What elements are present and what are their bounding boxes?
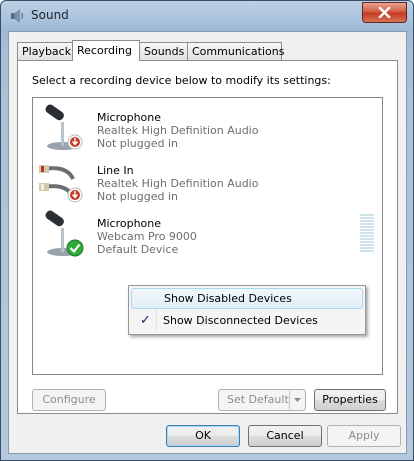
title-bar[interactable]: Sound: [1, 1, 413, 31]
tab-label: Communications: [192, 45, 285, 58]
window-title: Sound: [31, 8, 69, 22]
device-driver: Realtek High Definition Audio: [97, 177, 259, 190]
recording-panel: Select a recording device below to modif…: [17, 60, 398, 414]
sound-dialog: Sound Playback Recording Sounds Communic…: [0, 0, 414, 461]
list-item[interactable]: Microphone Webcam Pro 9000 Default Devic…: [33, 208, 382, 262]
microphone-default-icon: [45, 210, 84, 257]
list-item[interactable]: Line In Realtek High Definition Audio No…: [33, 155, 382, 209]
line-in-disconnected-icon: [39, 165, 83, 203]
properties-button[interactable]: Properties: [314, 389, 386, 411]
close-icon: [378, 7, 391, 18]
device-name: Microphone: [97, 217, 162, 230]
tab-label: Sounds: [144, 45, 185, 58]
cancel-button[interactable]: Cancel: [248, 425, 322, 447]
tab-playback[interactable]: Playback: [17, 42, 77, 60]
instructions-text: Select a recording device below to modif…: [32, 74, 331, 87]
device-status: Not plugged in: [97, 137, 179, 150]
dialog-body: Playback Recording Sounds Communications…: [8, 31, 407, 454]
level-meter: [360, 214, 374, 254]
menu-item-label: Show Disabled Devices: [164, 292, 292, 305]
speaker-icon: [11, 9, 24, 23]
device-driver: Webcam Pro 9000: [97, 230, 197, 243]
ok-button[interactable]: OK: [166, 425, 240, 447]
microphone-disconnected-icon: [45, 104, 83, 150]
device-status: Default Device: [97, 243, 179, 256]
device-name: Microphone: [97, 111, 162, 124]
device-name: Line In: [97, 164, 134, 177]
tab-sounds[interactable]: Sounds: [139, 42, 193, 60]
tab-label: Recording: [77, 44, 133, 57]
tab-communications[interactable]: Communications: [187, 42, 285, 60]
menu-item-label: Show Disconnected Devices: [163, 314, 318, 327]
device-driver: Realtek High Definition Audio: [97, 124, 259, 137]
device-status: Not plugged in: [97, 190, 179, 203]
set-default-dropdown[interactable]: [289, 390, 305, 410]
menu-item-show-disconnected[interactable]: ✓ Show Disconnected Devices: [131, 310, 361, 331]
menu-item-show-disabled[interactable]: Show Disabled Devices: [131, 288, 363, 309]
set-default-button[interactable]: Set Default: [218, 389, 306, 411]
apply-button[interactable]: Apply: [327, 425, 401, 447]
set-default-label: Set Default: [227, 393, 289, 406]
chevron-down-icon: [294, 398, 301, 402]
configure-button[interactable]: Configure: [32, 389, 106, 411]
close-button[interactable]: [362, 2, 407, 23]
list-item[interactable]: Microphone Realtek High Definition Audio…: [33, 102, 382, 156]
tab-recording[interactable]: Recording: [72, 40, 140, 61]
tab-label: Playback: [22, 45, 72, 58]
checkmark-icon: ✓: [140, 313, 151, 328]
context-menu: Show Disabled Devices ✓ Show Disconnecte…: [128, 285, 366, 335]
